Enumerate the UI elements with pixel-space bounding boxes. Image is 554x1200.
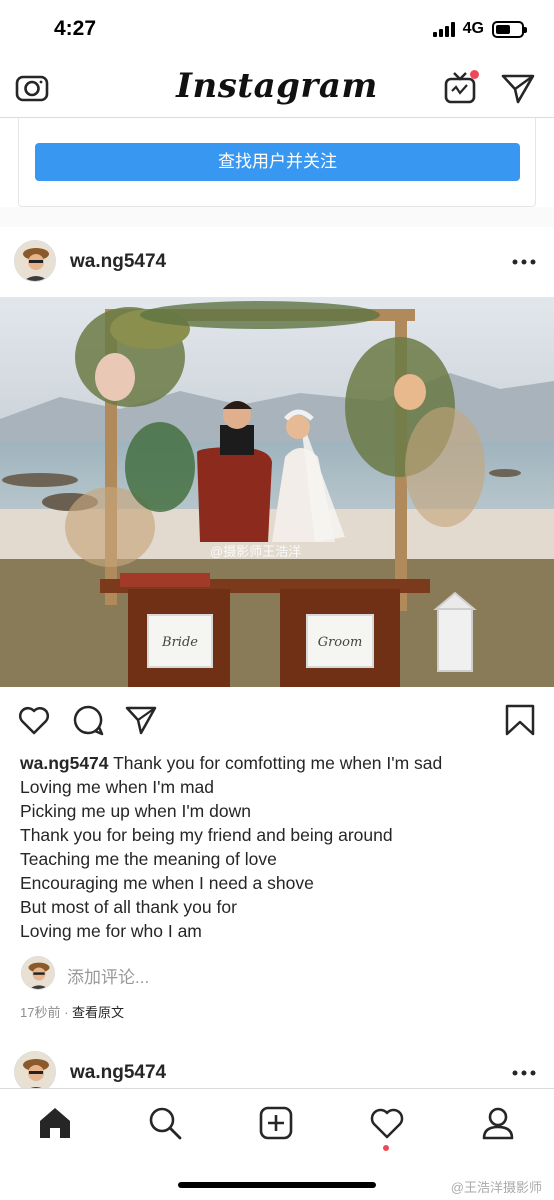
groom-sign: Groom xyxy=(318,635,363,650)
caption-line: Teaching me the meaning of love xyxy=(20,849,277,869)
status-time: 4:27 xyxy=(54,17,97,40)
caption-line: Thank you for being my friend and being … xyxy=(20,825,393,845)
like-heart-icon[interactable] xyxy=(17,703,51,737)
post-header: wa.ng5474 xyxy=(0,227,554,297)
photo-watermark: @摄影师王浩洋 xyxy=(210,544,302,559)
bookmark-icon[interactable] xyxy=(503,703,537,737)
caption-line: wa.ng5474 Thank you for comfotting me wh… xyxy=(20,753,443,773)
profile-icon[interactable] xyxy=(480,1105,516,1141)
avatar[interactable] xyxy=(14,240,56,282)
top-navigation: Instagram xyxy=(0,60,554,118)
notification-dot xyxy=(470,70,479,79)
status-indicators: 4G xyxy=(432,20,527,38)
suggestion-card-cutoff-text xyxy=(59,118,499,124)
share-icon[interactable] xyxy=(124,703,158,737)
post-meta: 17秒前 · 查看原文 xyxy=(20,1002,124,1021)
avatar[interactable] xyxy=(14,1051,56,1093)
add-comment-row[interactable]: 添加评论... xyxy=(0,950,554,996)
direct-message-icon[interactable] xyxy=(500,70,536,106)
caption-line: Encouraging me when I need a shove xyxy=(20,873,314,893)
home-icon[interactable] xyxy=(37,1105,73,1141)
add-comment-input[interactable]: 添加评论... xyxy=(67,963,149,988)
home-indicator[interactable] xyxy=(178,1182,376,1188)
more-options-icon[interactable] xyxy=(512,1063,536,1083)
suggestion-card: 查找用户并关注 xyxy=(18,118,536,207)
feed-divider xyxy=(0,207,554,227)
status-bar: 4:27 4G xyxy=(0,0,554,60)
caption-username[interactable]: wa.ng5474 xyxy=(20,753,109,773)
caption-line: But most of all thank you for xyxy=(20,897,237,917)
search-icon[interactable] xyxy=(147,1105,183,1141)
caption-line: Picking me up when I'm down xyxy=(20,801,251,821)
activity-icon[interactable] xyxy=(369,1105,405,1151)
post-photo[interactable]: Bride Groom @摄影师王浩洋 xyxy=(0,297,554,687)
comment-icon[interactable] xyxy=(71,703,105,737)
post-timestamp: 17秒前 xyxy=(20,1005,61,1020)
new-post-icon[interactable] xyxy=(258,1105,294,1141)
network-type: 4G xyxy=(462,20,484,37)
post-username[interactable]: wa.ng5474 xyxy=(70,251,166,273)
avatar xyxy=(21,956,55,990)
bride-sign: Bride xyxy=(161,635,198,650)
caption-line: Loving me when I'm mad xyxy=(20,777,214,797)
post-actions xyxy=(0,700,554,740)
caption-line: Loving me for who I am xyxy=(20,921,202,941)
more-options-icon[interactable] xyxy=(512,252,536,272)
igtv-icon[interactable] xyxy=(443,70,479,106)
signal-icon xyxy=(432,21,455,37)
see-original-link[interactable]: 查看原文 xyxy=(72,1005,124,1020)
battery-icon xyxy=(492,20,527,38)
corner-watermark: @王浩洋摄影师 xyxy=(450,1180,542,1195)
post-username[interactable]: wa.ng5474 xyxy=(70,1062,166,1084)
find-people-button[interactable]: 查找用户并关注 xyxy=(35,143,520,181)
meta-separator: · xyxy=(60,1005,73,1020)
post-caption: wa.ng5474 Thank you for comfotting me wh… xyxy=(20,751,540,943)
notification-dot xyxy=(383,1145,389,1151)
